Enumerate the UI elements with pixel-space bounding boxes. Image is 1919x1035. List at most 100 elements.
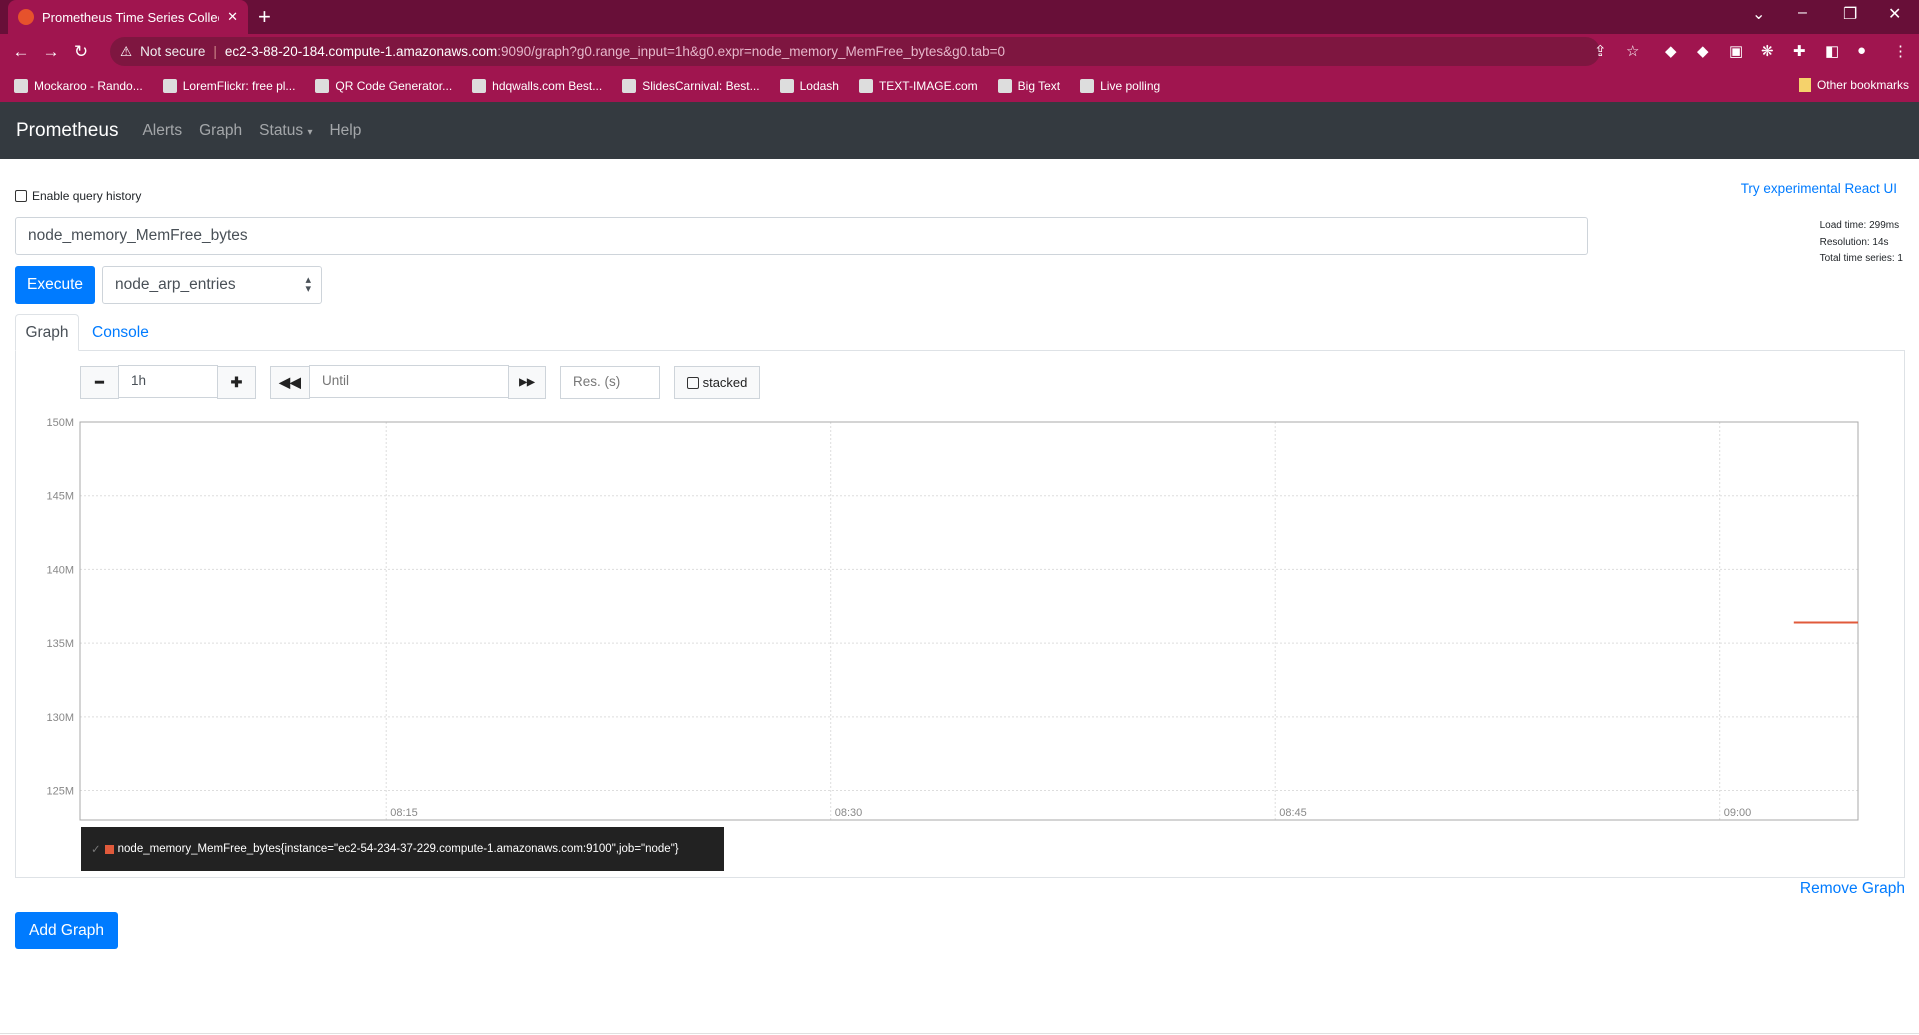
execute-button[interactable]: Execute — [15, 266, 95, 304]
bookmark-icon — [1080, 78, 1095, 93]
navbar: Prometheus Alerts Graph Status ▾ Help — [0, 102, 1919, 159]
back-icon[interactable]: ← — [6, 42, 36, 62]
bookmark-label: Big Text — [1017, 78, 1061, 93]
enable-query-history[interactable]: Enable query history — [15, 189, 141, 203]
metric-select-value: node_arp_entries — [115, 276, 236, 293]
range-input[interactable]: 1h — [118, 365, 218, 398]
puzzle-icon[interactable]: ✚ — [1793, 42, 1806, 60]
reload-icon[interactable]: ↻ — [66, 42, 96, 62]
bookmark-label: LoremFlickr: free pl... — [182, 78, 296, 93]
nav-status-label: Status — [259, 121, 304, 139]
nav-alerts[interactable]: Alerts — [142, 122, 182, 140]
graph-chart: 150M 145M 140M 135M 130M 125M 08:15 08:30 08:45 0… — [46, 417, 1859, 821]
back-time-button[interactable]: ◀◀ — [270, 366, 310, 399]
nav-graph[interactable]: Graph — [199, 122, 242, 140]
url-field[interactable]: ⚠ Not secure | ec2-3-88-20-184.compute-1… — [110, 37, 1600, 66]
extension-icon[interactable]: ◆ — [1697, 42, 1709, 60]
minus-icon: ━ — [95, 374, 104, 390]
forward-time-button[interactable]: ▶▶ — [508, 366, 546, 399]
checkbox[interactable] — [686, 376, 699, 389]
divider — [0, 1033, 1919, 1034]
brand[interactable]: Prometheus — [16, 120, 118, 142]
extension-icon[interactable]: ◆ — [1665, 42, 1677, 60]
bookmark-label: Lodash — [799, 78, 839, 93]
add-graph-button[interactable]: Add Graph — [15, 912, 118, 949]
until-input[interactable]: Until — [309, 365, 509, 398]
bookmark-label: hdqwalls.com Best... — [492, 78, 603, 93]
menu-icon[interactable]: ⋮ — [1893, 42, 1908, 60]
bookmark-icon — [14, 78, 28, 93]
resolution: Resolution: 14s — [1819, 236, 1889, 248]
y-tick-label: 135M — [46, 638, 74, 650]
bookmark[interactable]: Lodash — [779, 78, 839, 93]
bookmark-label: TEXT-IMAGE.com — [878, 78, 978, 93]
metric-select[interactable]: node_arp_entries ▴ ▾ — [102, 266, 322, 304]
prometheus-favicon-icon — [18, 9, 34, 25]
other-bookmarks-label: Other bookmarks — [1816, 78, 1909, 92]
avatar[interactable]: ● — [1857, 42, 1866, 59]
tab-graph[interactable]: Graph — [15, 314, 79, 351]
legend-series-label[interactable]: node_memory_MemFree_bytes{instance="ec2-… — [118, 843, 679, 855]
address-bar-row: ← → ↻ ⚠ Not secure | ec2-3-88-20-184.com… — [0, 34, 1919, 69]
bookmark-icon — [997, 78, 1012, 93]
legend: ✓ node_memory_MemFree_bytes{instance="ec2… — [81, 827, 724, 871]
tab-search-icon[interactable]: ⌄ — [1752, 4, 1765, 24]
folder-icon — [1798, 78, 1811, 92]
url-host: ec2-3-88-20-184.compute-1.amazonaws.com — [224, 44, 498, 59]
tab-console[interactable]: Console — [84, 314, 157, 351]
bookmarks-bar: Mockaroo - Rando... LoremFlickr: free pl… — [0, 69, 1919, 102]
resolution-input[interactable]: Res. (s) — [560, 366, 660, 399]
side-panel-icon[interactable]: ◧ — [1825, 42, 1839, 60]
query-stats: Load time: 299ms Resolution: 14s Total t… — [1820, 218, 1903, 268]
x-tick-label: 08:45 — [1279, 807, 1307, 819]
x-tick-label: 08:15 — [390, 807, 418, 819]
expression-input[interactable]: node_memory_MemFree_bytes — [15, 217, 1588, 255]
forward-icon[interactable]: → — [36, 42, 66, 62]
bookmark-icon — [162, 78, 177, 93]
remove-graph-link[interactable]: Remove Graph — [1800, 880, 1905, 898]
close-window-icon[interactable]: ✕ — [1888, 4, 1901, 24]
translate-icon[interactable]: ▣ — [1729, 42, 1743, 60]
checkbox[interactable] — [15, 190, 27, 202]
minimize-icon[interactable]: – — [1798, 4, 1807, 22]
bookmark[interactable]: LoremFlickr: free pl... — [162, 78, 296, 93]
bookmark[interactable]: Live polling — [1080, 78, 1160, 93]
check-icon[interactable]: ✓ — [91, 842, 101, 856]
series-swatch — [104, 844, 114, 854]
stacked-toggle[interactable]: stacked — [674, 366, 760, 399]
restore-icon[interactable]: ❐ — [1843, 4, 1857, 24]
bookmark-label: QR Code Generator... — [335, 78, 453, 93]
bookmark[interactable]: Mockaroo - Rando... — [14, 78, 143, 93]
stacked-label: stacked — [702, 375, 748, 390]
y-tick-label: 125M — [46, 786, 74, 798]
browser-tab[interactable]: Prometheus Time Series Collection and Pr… — [8, 0, 248, 34]
bookmark-icon — [779, 78, 794, 93]
url-path: :9090/graph?g0.range_input=1h&g0.expr=no… — [497, 44, 1006, 59]
bookmark[interactable]: SlidesCarnival: Best... — [622, 78, 760, 93]
bookmark-icon — [315, 78, 330, 93]
bookmark[interactable]: QR Code Generator... — [315, 78, 453, 93]
share-icon[interactable]: ⇪ — [1594, 42, 1607, 60]
close-tab-icon[interactable]: ✕ — [227, 9, 238, 25]
bookmark-icon — [858, 78, 873, 93]
new-tab-button[interactable]: + — [258, 4, 271, 30]
nav-status[interactable]: Status ▾ — [259, 122, 312, 140]
bookmark-label: SlidesCarnival: Best... — [642, 78, 760, 93]
increase-range-button[interactable]: ✚ — [217, 366, 256, 399]
bookmark[interactable]: hdqwalls.com Best... — [472, 78, 603, 93]
bookmark-star-icon[interactable]: ☆ — [1626, 42, 1639, 60]
bookmark[interactable]: TEXT-IMAGE.com — [858, 78, 978, 93]
nav-help[interactable]: Help — [329, 122, 361, 140]
decrease-range-button[interactable]: ━ — [80, 366, 119, 399]
y-tick-label: 130M — [46, 712, 74, 724]
other-bookmarks[interactable]: Other bookmarks — [1798, 78, 1909, 92]
react-ui-link[interactable]: Try experimental React UI — [1741, 181, 1897, 196]
y-tick-label: 150M — [46, 417, 74, 429]
forward-icon: ▶▶ — [519, 377, 535, 388]
bookmark[interactable]: Big Text — [997, 78, 1061, 93]
plus-icon: ✚ — [230, 374, 243, 390]
extension-icon[interactable]: ❋ — [1761, 42, 1774, 60]
total-time-series: Total time series: 1 — [1819, 253, 1903, 264]
backward-icon: ◀◀ — [279, 374, 301, 390]
bookmark-icon — [622, 78, 637, 93]
